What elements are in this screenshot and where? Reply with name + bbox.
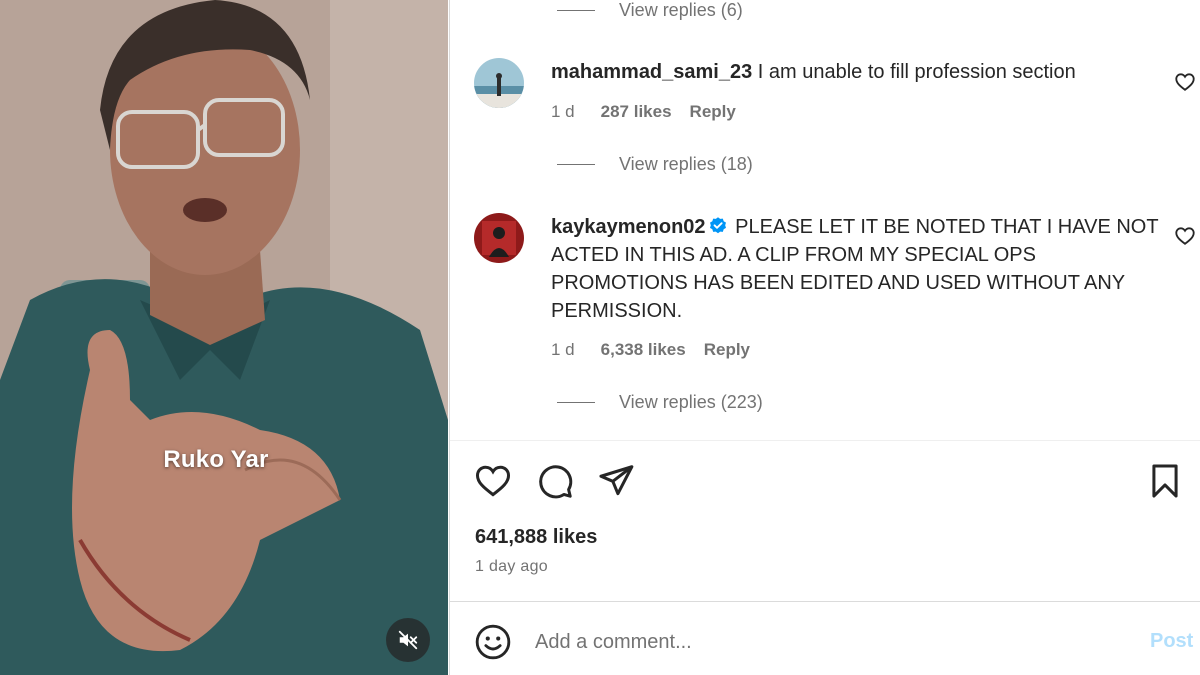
avatar[interactable] — [474, 213, 524, 263]
comments-list: View replies (6) mahammad_sami_23 I am u… — [450, 0, 1200, 440]
comment-like-heart-icon[interactable] — [1174, 225, 1196, 247]
share-icon[interactable] — [597, 462, 635, 500]
comment-text-block: kaykaymenon02 PLEASE LET IT BE NOTED THA… — [551, 213, 1161, 325]
action-bar — [474, 462, 1184, 500]
comment-input[interactable] — [535, 622, 1095, 662]
replies-line — [557, 164, 595, 165]
comment-username[interactable]: mahammad_sami_23 — [551, 61, 752, 83]
view-replies-button[interactable]: View replies (6) — [557, 0, 743, 21]
post-timestamp[interactable]: 1 day ago — [475, 558, 548, 576]
heart-icon[interactable] — [474, 462, 512, 500]
reply-button[interactable]: Reply — [704, 340, 750, 360]
comment-meta: 1 d 6,338 likes Reply — [551, 340, 750, 360]
post-likes-count[interactable]: 641,888 likes — [475, 526, 597, 549]
comment-likes[interactable]: 287 likes — [601, 102, 672, 122]
avatar-image — [474, 213, 524, 263]
mute-toggle-button[interactable] — [386, 618, 430, 662]
replies-line — [557, 10, 595, 11]
view-replies-label: View replies (6) — [619, 0, 743, 20]
comment-username[interactable]: kaykaymenon02 — [551, 216, 706, 238]
comment-icon[interactable] — [536, 462, 574, 500]
avatar[interactable] — [474, 58, 524, 108]
post-panel: View replies (6) mahammad_sami_23 I am u… — [449, 0, 1200, 675]
add-comment-bar: Post — [450, 601, 1200, 675]
emoji-icon[interactable] — [474, 623, 512, 661]
verified-badge-icon — [709, 217, 726, 234]
comment-likes[interactable]: 6,338 likes — [601, 340, 686, 360]
video-caption: Ruko Yar — [163, 446, 269, 473]
comment-text-block: mahammad_sami_23 I am unable to fill pro… — [551, 58, 1161, 86]
comment-meta: 1 d 287 likes Reply — [551, 102, 736, 122]
avatar-image — [474, 58, 524, 108]
reply-button[interactable]: Reply — [690, 102, 736, 122]
view-replies-button[interactable]: View replies (223) — [557, 392, 763, 413]
comment-time[interactable]: 1 d — [551, 102, 575, 122]
video-player[interactable]: Ruko Yar — [0, 0, 448, 675]
speaker-muted-icon — [398, 630, 418, 650]
view-replies-label: View replies (223) — [619, 392, 763, 412]
view-replies-button[interactable]: View replies (18) — [557, 154, 753, 175]
bookmark-icon[interactable] — [1146, 462, 1184, 500]
replies-line — [557, 402, 595, 403]
comment-like-heart-icon[interactable] — [1174, 71, 1196, 93]
comment-text: I am unable to fill profession section — [757, 61, 1076, 83]
view-replies-label: View replies (18) — [619, 154, 753, 174]
comment-time[interactable]: 1 d — [551, 340, 575, 360]
divider — [450, 440, 1200, 441]
post-comment-button[interactable]: Post — [1150, 630, 1193, 653]
video-frame — [0, 0, 448, 675]
